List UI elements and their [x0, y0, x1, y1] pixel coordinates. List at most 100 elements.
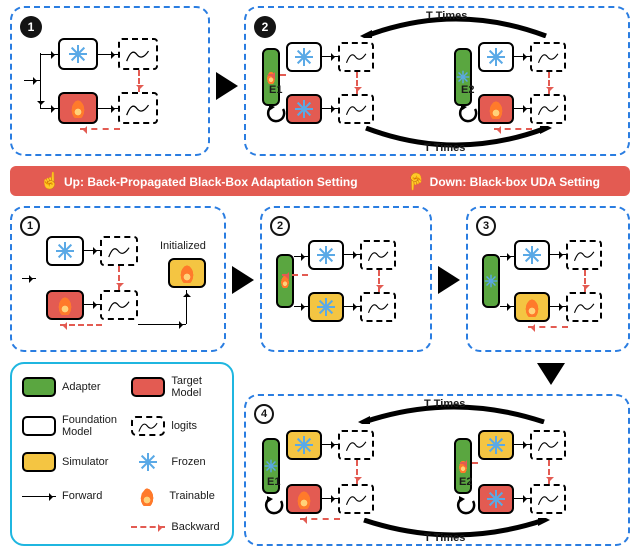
adapter-block [454, 48, 472, 106]
logits-block [100, 290, 138, 320]
target-model-block [286, 484, 322, 514]
logits-block [530, 430, 566, 460]
banner-down-label: Down: Black-box UDA Setting [430, 175, 600, 189]
snowflake-icon [295, 436, 313, 454]
step-badge: 1 [20, 16, 42, 38]
snowflake-icon [458, 71, 468, 84]
logits-block [338, 94, 374, 124]
target-model-block [478, 484, 514, 514]
legend-item-foundation: Foundation Model [22, 414, 119, 438]
snowflake-icon [487, 436, 505, 454]
adapter-block [276, 254, 294, 308]
e2-loop-icon [456, 496, 476, 516]
simulator-block [286, 430, 322, 460]
t-times-label: T Times [424, 142, 465, 154]
e2-label: E2 [461, 84, 474, 96]
foundation-model-block [46, 236, 84, 266]
e1-loop-icon [266, 104, 286, 124]
logits-block [338, 484, 374, 514]
logits-block [360, 240, 396, 270]
target-model-block [478, 94, 514, 124]
snowflake-icon [487, 48, 505, 66]
legend-item-simulator: Simulator [22, 452, 119, 472]
snowflake-icon [523, 246, 541, 264]
legend-item-target: Target Model [131, 375, 222, 399]
flame-icon [139, 486, 155, 506]
target-model-block [46, 290, 84, 320]
simulator-block [308, 292, 344, 322]
logits-block [530, 42, 566, 72]
settings-banner: ☝Up: Back-Propagated Black-Box Adaptatio… [10, 166, 630, 196]
hand-up-icon: ☝Up: Back-Propagated Black-Box Adaptatio… [40, 171, 358, 191]
forward-arrow [24, 80, 40, 81]
simulator-block [514, 292, 550, 322]
flame-icon [488, 99, 504, 119]
legend-item-adapter: Adapter [22, 377, 119, 397]
foundation-model-block [514, 240, 550, 270]
logits-block [100, 236, 138, 266]
sequence-arrow-icon [438, 266, 460, 294]
foundation-model-block [58, 38, 98, 70]
sequence-arrow-icon [232, 266, 254, 294]
snowflake-icon [486, 275, 496, 288]
snowflake-icon [317, 246, 335, 264]
step-badge: 4 [254, 404, 274, 424]
curve-icon [125, 46, 150, 63]
snowflake-icon [295, 100, 313, 118]
sequence-arrow-icon [537, 363, 565, 385]
backward-arrow [548, 72, 550, 94]
flame-icon [524, 297, 540, 317]
step-badge: 2 [254, 16, 276, 38]
bottom-step-1-panel: 1 Initialized [10, 206, 226, 352]
t-times-label: T Times [424, 398, 465, 410]
flame-icon [70, 98, 86, 118]
forward-arrow [98, 108, 118, 109]
initialized-label: Initialized [160, 240, 206, 252]
simulator-block [478, 430, 514, 460]
bottom-step-4-panel: 4 T Times E1 E2 [244, 394, 630, 546]
t-times-label: T Times [424, 532, 465, 544]
backward-arrow [268, 74, 286, 76]
flame-icon [179, 263, 195, 283]
target-model-block [58, 92, 98, 124]
snowflake-icon [295, 48, 313, 66]
top-step-2-panel: 2 T Times E1 E2 [244, 6, 630, 156]
bottom-step-3-panel: 3 [466, 206, 630, 352]
logits-block [118, 38, 158, 70]
e1-label: E1 [269, 84, 282, 96]
top-step-1-panel: 1 [10, 6, 210, 156]
snowflake-icon [317, 298, 335, 316]
sequence-arrow-icon [216, 72, 238, 100]
target-model-block [286, 94, 322, 124]
init-arrow [186, 290, 187, 324]
legend-item-backward: Backward [131, 521, 222, 533]
foundation-model-block [478, 42, 514, 72]
logits-block [118, 92, 158, 124]
logits-block [530, 94, 566, 124]
snowflake-icon [56, 242, 74, 260]
snowflake-icon [139, 453, 157, 471]
snowflake-icon [266, 460, 276, 473]
legend-item-logits: logits [131, 416, 222, 436]
forward-arrow [40, 54, 58, 55]
forward-arrow [98, 54, 118, 55]
flame-icon [296, 489, 312, 509]
simulator-block [168, 258, 206, 288]
e2-label: E2 [459, 476, 472, 488]
step-badge: 2 [270, 216, 290, 236]
legend-panel: Adapter Target Model Foundation Model lo… [10, 362, 234, 546]
backward-arrow [138, 70, 140, 92]
split-line [40, 53, 41, 108]
snowflake-icon [69, 45, 87, 63]
e1-label: E1 [267, 476, 280, 488]
banner-up-label: Up: Back-Propagated Black-Box Adaptation… [64, 175, 358, 189]
legend-item-frozen: Frozen [131, 453, 222, 471]
forward-arrow [40, 108, 58, 109]
logits-block [338, 430, 374, 460]
foundation-model-block [308, 240, 344, 270]
legend-item-trainable: Trainable [131, 486, 222, 506]
e2-loop-icon [458, 104, 478, 124]
adapter-block [482, 254, 500, 308]
backward-arrow [80, 128, 120, 130]
snowflake-icon [487, 490, 505, 508]
